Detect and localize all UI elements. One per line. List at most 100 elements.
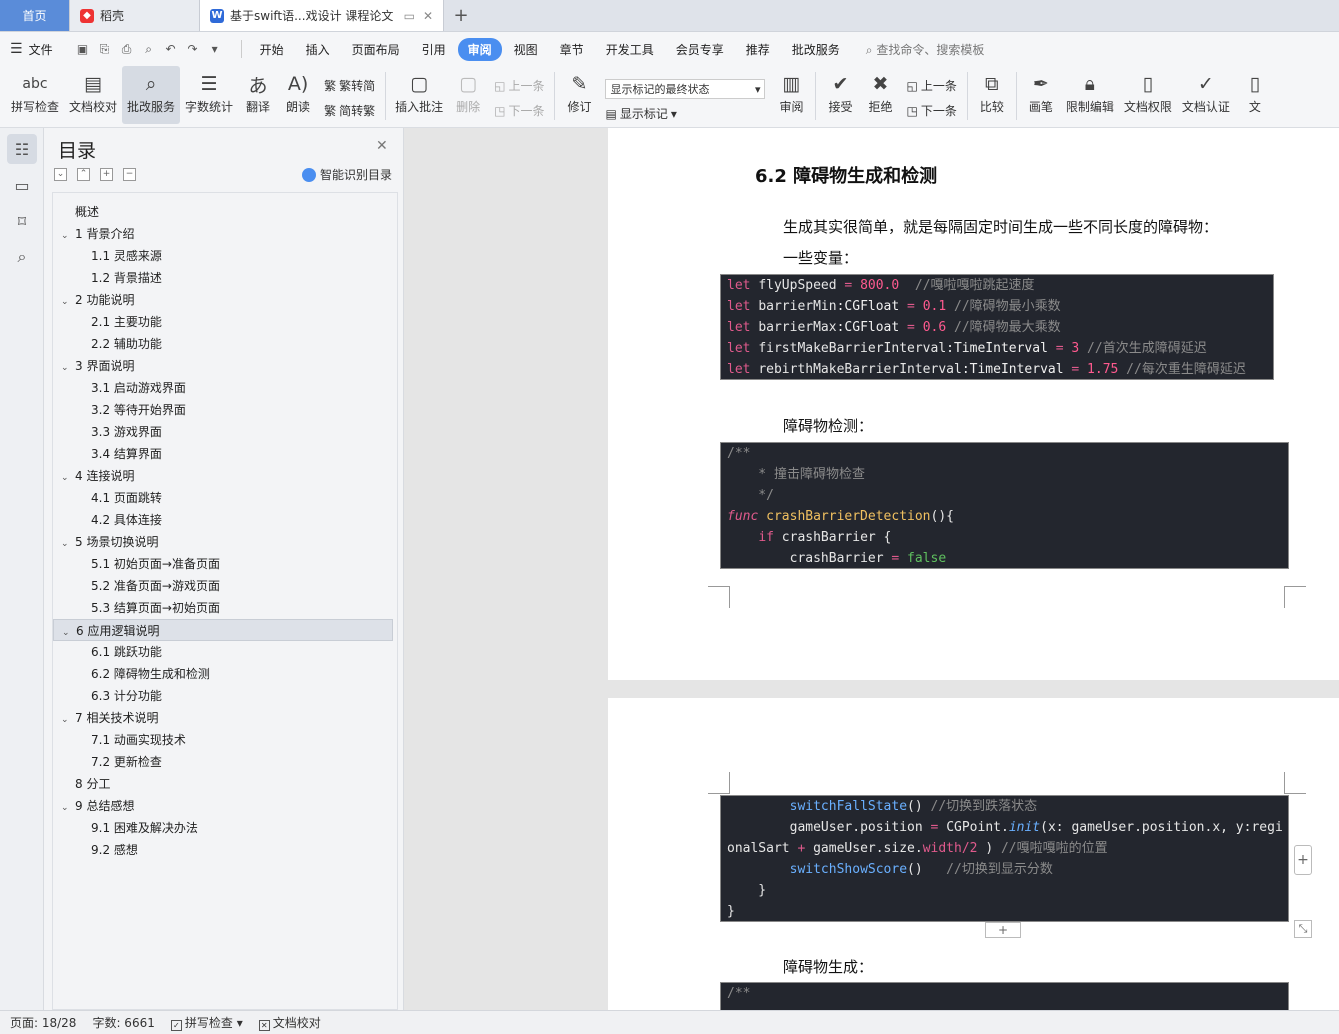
doc-permission-button[interactable]: ▯ 文档权限 (1119, 66, 1177, 124)
chevron-down-icon[interactable]: ⌄ (61, 797, 75, 819)
add-row-button[interactable]: + (985, 922, 1021, 938)
smart-toc-button[interactable]: 智能识别目录 (302, 166, 392, 183)
toc-item[interactable]: ⌄ 4 连接说明 (53, 465, 393, 487)
toc-item[interactable]: ⌄ 3 界面说明 (53, 355, 393, 377)
toc-item[interactable]: 8 分工 (53, 773, 393, 795)
toc-item[interactable]: 1.1 灵感来源 (53, 245, 393, 267)
undo-icon[interactable]: ↶ (163, 42, 179, 57)
toc-item[interactable]: 3.3 游戏界面 (53, 421, 393, 443)
menu-insert[interactable]: 插入 (296, 38, 340, 61)
nav-pane-button[interactable]: ▭ (7, 170, 37, 200)
next-comment-button[interactable]: ◳ 下一条 (494, 102, 544, 119)
close-tab-icon[interactable]: ✕ (423, 9, 433, 23)
menu-layout[interactable]: 页面布局 (342, 38, 410, 61)
new-tab-button[interactable]: + (444, 0, 478, 31)
doc-proof-button[interactable]: ▤ 文档校对 (64, 66, 122, 124)
menu-references[interactable]: 引用 (412, 38, 456, 61)
toc-item[interactable]: 2.1 主要功能 (53, 311, 393, 333)
toc-item[interactable]: 9.1 困难及解决办法 (53, 817, 393, 839)
toc-item[interactable]: 5.3 结算页面→初始页面 (53, 597, 393, 619)
toc-item[interactable]: 4.2 具体连接 (53, 509, 393, 531)
word-count-indicator[interactable]: 字数: 6661 (92, 1014, 154, 1031)
toc-item[interactable]: 6.3 计分功能 (53, 685, 393, 707)
hamburger-icon[interactable]: ☰ (10, 41, 23, 57)
toc-nav-button[interactable]: ☷ (7, 134, 37, 164)
menu-recommend[interactable]: 推荐 (736, 38, 780, 61)
chevron-down-icon[interactable]: ⌄ (61, 709, 75, 731)
toc-item[interactable]: 4.1 页面跳转 (53, 487, 393, 509)
save-icon[interactable]: ▣ (75, 42, 91, 57)
resize-handle-icon[interactable]: ⤡ (1294, 920, 1312, 938)
delete-comment-button[interactable]: ▢ 删除 (448, 66, 488, 124)
reject-button[interactable]: ✖ 拒绝 (860, 66, 900, 124)
track-changes-button[interactable]: ✎ 修订 (559, 66, 599, 124)
preview-icon[interactable]: ⌕ (141, 42, 157, 57)
toc-item[interactable]: 5.2 准备页面→游戏页面 (53, 575, 393, 597)
toc-item[interactable]: 概述 (53, 201, 393, 223)
menu-member[interactable]: 会员专享 (666, 38, 734, 61)
restrict-edit-button[interactable]: 🔒︎ 限制编辑 (1061, 66, 1119, 124)
toc-item[interactable]: ⌄ 5 场景切换说明 (53, 531, 393, 553)
toc-item[interactable]: ⌄ 2 功能说明 (53, 289, 393, 311)
chevron-down-icon[interactable]: ⌄ (61, 225, 75, 247)
markup-mode-select[interactable]: 显示标记的最终状态 ▾ (605, 79, 766, 99)
remove-level-icon[interactable]: − (123, 168, 136, 181)
page-indicator[interactable]: 页面: 18/28 (10, 1014, 76, 1031)
expand-all-icon[interactable]: ⌄ (54, 168, 67, 181)
translate-button[interactable]: あ翻译 (238, 66, 278, 124)
toc-item[interactable]: ⌄ 6 应用逻辑说明 (53, 619, 393, 641)
more-button[interactable]: ▯ 文 (1235, 66, 1275, 124)
command-search[interactable]: ⌕ 查找命令、搜索模板 (866, 41, 985, 58)
toc-item[interactable]: 1.2 背景描述 (53, 267, 393, 289)
toc-item[interactable]: 7.1 动画实现技术 (53, 729, 393, 751)
toc-item[interactable]: ⌄ 1 背景介绍 (53, 223, 393, 245)
menu-view[interactable]: 视图 (504, 38, 548, 61)
compare-button[interactable]: ⧉ 比较 (972, 66, 1012, 124)
toc-item[interactable]: 3.1 启动游戏界面 (53, 377, 393, 399)
toc-item[interactable]: 5.1 初始页面→准备页面 (53, 553, 393, 575)
word-count-button[interactable]: ☰ 字数统计 (180, 66, 238, 124)
toc-item[interactable]: ⌄ 7 相关技术说明 (53, 707, 393, 729)
toc-item[interactable]: 2.2 辅助功能 (53, 333, 393, 355)
menu-developer[interactable]: 开发工具 (596, 38, 664, 61)
export-icon[interactable]: ⎘ (97, 42, 113, 57)
chevron-down-icon[interactable]: ⌄ (61, 467, 75, 489)
toc-item[interactable]: 9.2 感想 (53, 839, 393, 861)
collapse-all-icon[interactable]: ⌃ (77, 168, 90, 181)
menu-correction[interactable]: 批改服务 (782, 38, 850, 61)
accept-button[interactable]: ✔ 接受 (820, 66, 860, 124)
find-button[interactable]: ⌕ (7, 242, 37, 272)
toc-item[interactable]: 6.2 障碍物生成和检测 (53, 663, 393, 685)
pen-button[interactable]: ✒ 画笔 (1021, 66, 1061, 124)
dropdown-icon[interactable]: ▾ (207, 42, 223, 57)
toc-item[interactable]: 3.4 结算界面 (53, 443, 393, 465)
toc-item[interactable]: 7.2 更新检查 (53, 751, 393, 773)
tab-daoke[interactable]: ◆ 稻壳 (70, 0, 200, 31)
restore-icon[interactable]: ▭ (404, 9, 415, 23)
redo-icon[interactable]: ↷ (185, 42, 201, 57)
chevron-down-icon[interactable]: ⌄ (61, 291, 75, 313)
menu-section[interactable]: 章节 (550, 38, 594, 61)
read-aloud-button[interactable]: A) 朗读 (278, 66, 318, 124)
tab-document[interactable]: W 基于swift语...戏设计 课程论文 ▭ ✕ (200, 0, 444, 31)
status-spell-check[interactable]: ✓ 拼写检查 ▾ (170, 1014, 243, 1031)
menu-file[interactable]: 文件 (29, 38, 63, 61)
expand-block-button[interactable]: + (1294, 845, 1312, 875)
trad-to-simp-button[interactable]: 繁繁转简 (324, 77, 375, 94)
tab-home[interactable]: 首页 (0, 0, 70, 31)
toc-item[interactable]: ⌄ 9 总结感想 (53, 795, 393, 817)
next-change-button[interactable]: ◳ 下一条 (906, 102, 956, 119)
bookmark-button[interactable]: ⌑ (7, 206, 37, 236)
menu-review[interactable]: 审阅 (457, 37, 502, 61)
review-service-button[interactable]: ⌕ 批改服务 (122, 66, 181, 124)
insert-comment-button[interactable]: ▢ 插入批注 (390, 66, 448, 124)
print-icon[interactable]: ⎙ (119, 42, 135, 57)
toc-item[interactable]: 6.1 跳跃功能 (53, 641, 393, 663)
spell-check-button[interactable]: abc 拼写检查 (6, 66, 64, 124)
show-markup-button[interactable]: ▤ 显示标记 ▾ (605, 105, 765, 122)
prev-comment-button[interactable]: ◱ 上一条 (494, 77, 544, 94)
menu-home[interactable]: 开始 (250, 38, 294, 61)
close-icon[interactable]: ✕ (376, 138, 388, 154)
toc-item[interactable]: 3.2 等待开始界面 (53, 399, 393, 421)
status-proof[interactable]: ✕ 文档校对 (258, 1014, 321, 1031)
